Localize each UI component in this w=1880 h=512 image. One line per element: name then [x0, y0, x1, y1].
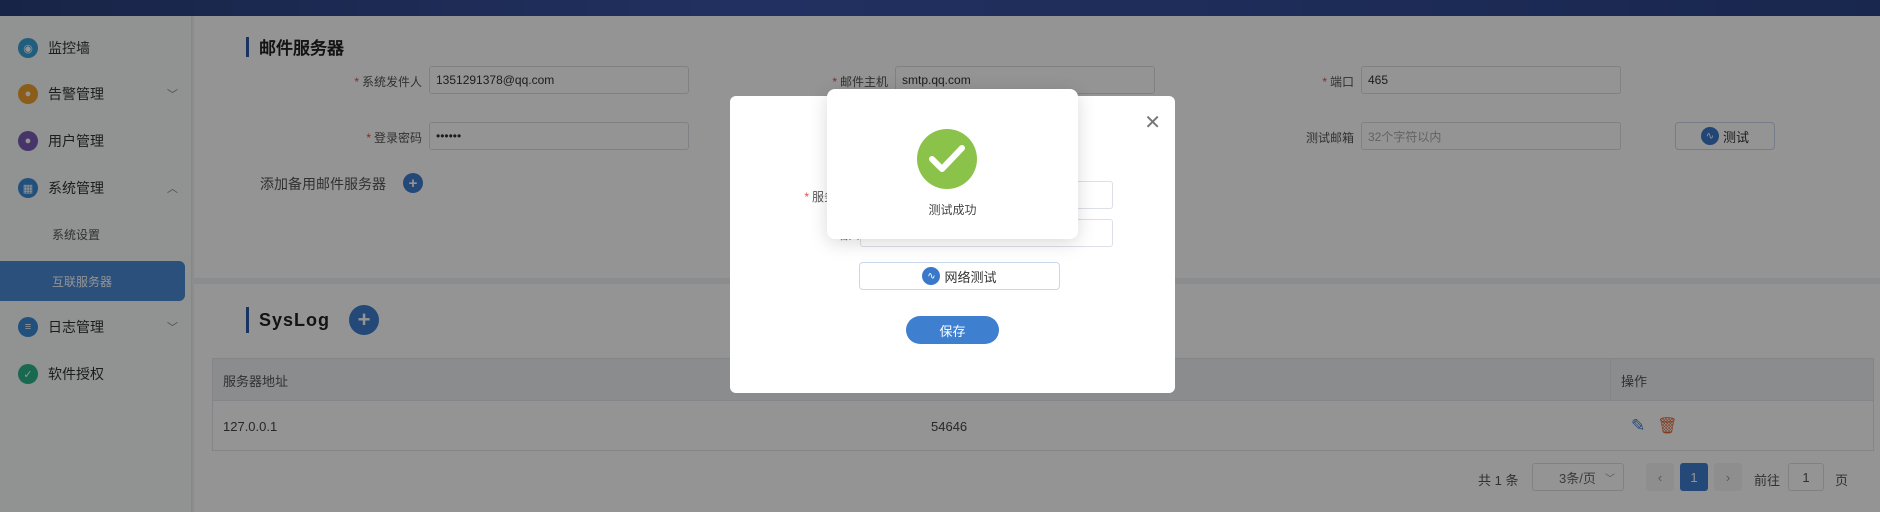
pulse-icon: ∿	[922, 267, 941, 285]
save-button[interactable]: 保存	[906, 316, 999, 344]
network-test-button[interactable]: ∿ 网络测试	[859, 262, 1060, 290]
success-toast: 测试成功	[827, 89, 1078, 239]
close-icon[interactable]: ✕	[1144, 110, 1161, 135]
check-success-icon	[917, 129, 977, 189]
toast-message: 测试成功	[928, 203, 977, 217]
